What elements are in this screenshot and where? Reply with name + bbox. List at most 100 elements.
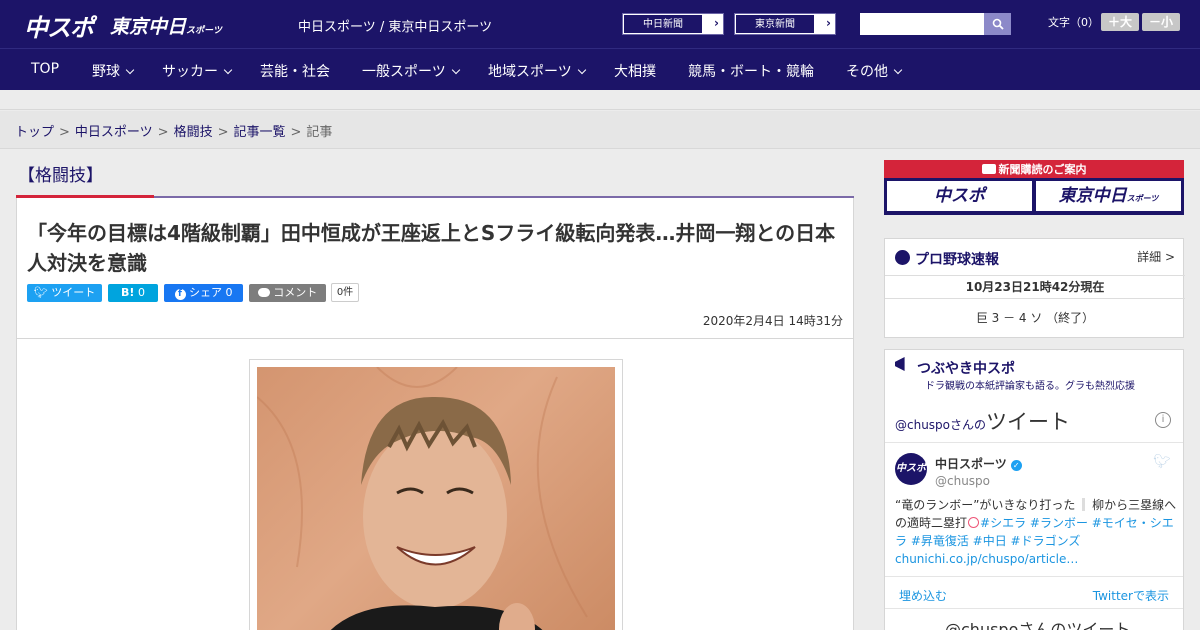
breadcrumb-separator: > xyxy=(290,125,302,140)
nav-label: 野球 xyxy=(92,64,120,80)
chevron-right-icon: › xyxy=(826,16,831,30)
search-input[interactable] xyxy=(860,13,984,35)
chevron-down-icon xyxy=(577,65,586,75)
nav-item-general-sports[interactable]: 一般スポーツ xyxy=(362,61,460,81)
chevron-down-icon xyxy=(223,65,233,75)
baseball-detail-link[interactable]: 詳細 > xyxy=(1137,248,1175,265)
top-header: 中スポ 東京中日スポーツ 中日スポーツ / 東京中日スポーツ 中日新聞 › 東京… xyxy=(0,0,1200,48)
twitter-bird-icon: 🐦︎ xyxy=(1153,454,1171,470)
hatena-bookmark-button[interactable]: B! 0 xyxy=(108,284,158,302)
baseball-game-result[interactable]: 巨 3 － 4 ソ （終了） xyxy=(885,309,1185,326)
chunichi-shimbun-button[interactable]: 中日新聞 › xyxy=(622,13,724,35)
twitter-bird-icon: 🐦︎ xyxy=(33,286,48,299)
nav-item-racing[interactable]: 競馬・ボート・競輪 xyxy=(688,61,814,81)
tokyo-chunichi-subscribe-small: スポーツ xyxy=(1126,194,1159,203)
tweet-author-name[interactable]: 中日スポーツ ✓ xyxy=(935,455,1022,472)
breadcrumb-martial-arts[interactable]: 格闘技 xyxy=(174,125,213,140)
tweets-title: つぶやき中スポ xyxy=(917,361,1015,377)
nav-item-baseball[interactable]: 野球 xyxy=(92,61,135,81)
nav-label: 競馬・ボート・競輪 xyxy=(688,64,814,80)
speech-bubble-icon xyxy=(257,288,270,297)
twitter-embed-title: @chuspoさんのツイート xyxy=(895,406,1070,436)
twitter-embed-footer-title: @chuspoさんのツイート xyxy=(945,620,1131,630)
chevron-down-icon xyxy=(893,65,903,75)
breadcrumb-separator: > xyxy=(59,125,70,140)
chevron-right-icon: › xyxy=(714,16,719,30)
chevron-down-icon xyxy=(451,65,460,75)
facebook-share-label: シェア xyxy=(189,286,222,299)
nav-item-entertainment[interactable]: 芸能・社会 xyxy=(260,61,330,81)
tweet-button[interactable]: 🐦︎ ツイート xyxy=(27,284,102,302)
breadcrumb-top[interactable]: トップ xyxy=(15,125,54,140)
chuspo-logo[interactable]: 中スポ xyxy=(24,8,94,43)
font-increase-button[interactable]: ＋大 xyxy=(1101,13,1139,31)
article-photo[interactable] xyxy=(257,367,615,630)
tokyo-chunichi-subscribe-button[interactable]: 東京中日スポーツ xyxy=(1036,181,1181,211)
nav-label: 芸能・社会 xyxy=(260,64,330,80)
tokyo-chunichi-subscribe-text: 東京中日 xyxy=(1058,186,1127,206)
font-decrease-button[interactable]: －小 xyxy=(1142,13,1180,31)
facebook-share-button[interactable]: f シェア 0 xyxy=(164,284,243,302)
nav-label: その他 xyxy=(846,64,888,80)
breadcrumb-separator: > xyxy=(217,125,229,140)
tokyo-chunichi-logo-small: スポーツ xyxy=(186,26,222,36)
tweet-text: “竜のランボー”がいきなり打った 柳から三塁線への適時二塁打 #シエラ #ランボー… xyxy=(895,496,1177,568)
hatena-count: 0 xyxy=(137,286,145,299)
view-on-twitter-link[interactable]: Twitterで表示 xyxy=(1093,587,1169,604)
nav-item-local-sports[interactable]: 地域スポーツ xyxy=(488,61,586,81)
breadcrumb-current: 記事 xyxy=(306,125,333,140)
tweet-divider xyxy=(885,576,1183,577)
nav-label: サッカー xyxy=(162,64,218,80)
article-headline: 「今年の目標は4階級制覇」田中恒成が王座返上とSフライ級転向発表…井岡一翔との日… xyxy=(27,221,836,275)
tweet-link[interactable]: chunichi.co.jp/chuspo/article… xyxy=(895,552,1078,566)
breadcrumb-article-list[interactable]: 記事一覧 xyxy=(234,125,286,140)
breadcrumb-chunichi-sports[interactable]: 中日スポーツ xyxy=(75,125,153,140)
search-button[interactable] xyxy=(984,13,1011,35)
nav-item-sumo[interactable]: 大相撲 xyxy=(614,61,656,81)
nav-item-soccer[interactable]: サッカー xyxy=(162,61,233,81)
info-icon[interactable]: i xyxy=(1155,412,1171,428)
embed-san: さんの xyxy=(950,418,987,432)
tokyo-shimbun-button[interactable]: 東京新聞 › xyxy=(734,13,836,35)
nav-label: 一般スポーツ xyxy=(362,64,446,80)
person-photo-illustration xyxy=(257,367,588,630)
nav-label: TOP xyxy=(31,61,60,77)
bat-emoji-icon xyxy=(1082,498,1086,511)
verified-badge-icon: ✓ xyxy=(1010,460,1022,471)
tweet-divider xyxy=(885,608,1183,609)
site-names: 中日スポーツ / 東京中日スポーツ xyxy=(298,20,493,35)
nav-item-top[interactable]: TOP xyxy=(31,61,59,77)
comment-button[interactable]: コメント xyxy=(249,284,326,302)
article-header: 「今年の目標は4階級制覇」田中恒成が王座返上とSフライ級転向発表…井岡一翔との日… xyxy=(16,198,854,339)
embed-button[interactable]: 埋め込む xyxy=(899,587,947,604)
chevron-down-icon xyxy=(125,65,135,75)
nav-item-other[interactable]: その他 xyxy=(846,61,903,81)
tweets-subtitle: ドラ観戦の本紙評論家も語る。グラも熱烈応援 xyxy=(925,381,1135,392)
paper-button-label: 東京新聞 xyxy=(735,14,815,34)
tokyo-chunichi-logo[interactable]: 東京中日スポーツ xyxy=(110,12,222,39)
baseball-update-time: 10月23日21時42分現在 xyxy=(885,275,1185,299)
chuspo-subscribe-button[interactable]: 中スポ xyxy=(887,181,1032,211)
baseball-icon xyxy=(895,250,910,265)
breadcrumb-separator: > xyxy=(157,125,169,140)
megaphone-icon xyxy=(895,357,905,371)
avatar[interactable]: 中スポ xyxy=(895,453,927,485)
photo-frame xyxy=(249,359,623,630)
comment-count: 0件 xyxy=(331,283,359,302)
tweets-widget: つぶやき中スポ ドラ観戦の本紙評論家も語る。グラも熱烈応援 @chuspoさんの… xyxy=(884,349,1184,630)
nav-label: 大相撲 xyxy=(614,64,656,80)
embed-tweet-word: ツイート xyxy=(986,410,1071,434)
main-nav: TOP 野球 サッカー 芸能・社会 一般スポーツ 地域スポーツ 大相撲 競馬・ボ… xyxy=(0,48,1200,90)
baseball-emoji-icon xyxy=(968,517,980,528)
tweet-author-handle[interactable]: @chuspo xyxy=(935,474,990,488)
search-icon xyxy=(992,18,1004,30)
comment-button-label: コメント xyxy=(273,286,318,299)
article-category: 【格闘技】 xyxy=(18,166,103,186)
tweet-text-part: “竜のランボー”がいきなり打った xyxy=(895,498,1076,512)
facebook-share-count: 0 xyxy=(225,286,233,299)
embed-handle[interactable]: @chuspo xyxy=(895,418,950,432)
newspaper-icon xyxy=(981,164,996,174)
nav-label: 地域スポーツ xyxy=(488,64,572,80)
hatena-icon: B! xyxy=(121,286,135,299)
article-date: 2020年2月4日 14時31分 xyxy=(702,314,843,328)
